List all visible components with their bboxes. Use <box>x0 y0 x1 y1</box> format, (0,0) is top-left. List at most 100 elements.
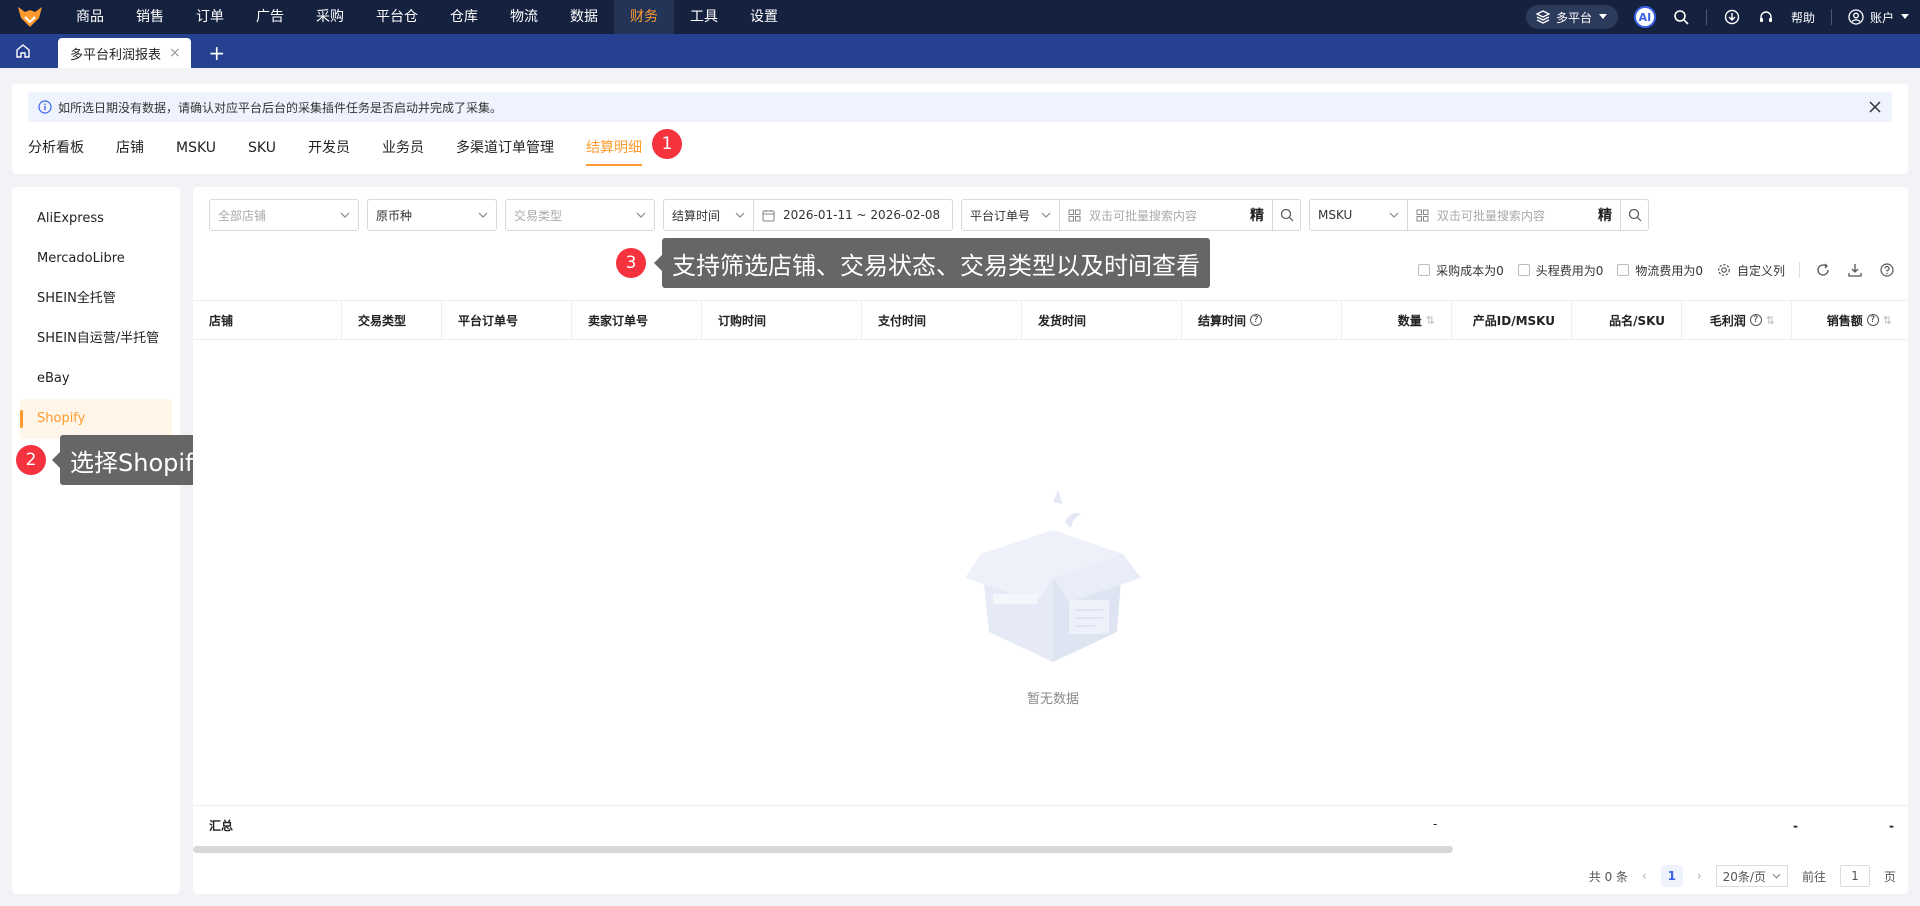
home-tab[interactable] <box>0 34 46 68</box>
tab-profit-report[interactable]: 多平台利润报表 × <box>58 38 191 68</box>
close-icon[interactable]: × <box>169 45 181 61</box>
subtab-store[interactable]: 店铺 <box>116 128 160 168</box>
checkbox-box <box>1418 264 1431 276</box>
col-trade-type[interactable]: 交易类型 <box>342 300 442 340</box>
sidebar-item-mercadolibre[interactable]: MercadoLibre <box>20 239 172 279</box>
custom-columns-label: 自定义列 <box>1736 263 1785 278</box>
search-icon[interactable] <box>1272 200 1300 230</box>
currency-select[interactable]: 原币种 <box>367 199 497 231</box>
sort-icon[interactable]: ⇅ <box>1426 314 1435 327</box>
nav-goods[interactable]: 商品 <box>60 0 120 34</box>
account-menu[interactable]: 账户 <box>1848 9 1910 26</box>
nav-ads[interactable]: 广告 <box>240 0 300 34</box>
refresh-icon[interactable] <box>1814 261 1832 279</box>
col-order-time[interactable]: 订购时间 <box>702 300 862 340</box>
app-logo[interactable] <box>0 0 60 34</box>
col-seller-order[interactable]: 卖家订单号 <box>572 300 702 340</box>
notice-text: 如所选日期没有数据，请确认对应平台后台的采集插件任务是否启动并完成了采集。 <box>58 100 503 115</box>
precise-toggle[interactable]: 精 <box>1590 205 1620 225</box>
question-icon[interactable]: ? <box>1250 314 1263 326</box>
col-sales[interactable]: 销售额 ? ⇅ <box>1792 300 1908 340</box>
subtab-settlement-detail[interactable]: 结算明细 <box>585 128 658 168</box>
nav-tools[interactable]: 工具 <box>674 0 734 34</box>
subtab-salesperson[interactable]: 业务员 <box>382 128 440 168</box>
col-label: 结算时间 <box>1198 313 1247 328</box>
home-icon <box>16 44 30 58</box>
time-type-select[interactable]: 结算时间 <box>664 200 754 230</box>
nav-orders[interactable]: 订单 <box>180 0 240 34</box>
help-icon[interactable] <box>1878 261 1896 279</box>
search-icon[interactable] <box>1672 8 1690 26</box>
nav-data[interactable]: 数据 <box>554 0 614 34</box>
checkbox-logistics-zero[interactable]: 物流费用为0 <box>1617 262 1703 279</box>
download-circle-icon[interactable] <box>1723 8 1741 26</box>
order-type-select[interactable]: 平台订单号 <box>962 200 1060 230</box>
subtab-dashboard[interactable]: 分析看板 <box>28 128 100 168</box>
checkbox-box <box>1517 264 1530 276</box>
nav-platform-warehouse[interactable]: 平台仓 <box>360 0 434 34</box>
sidebar-item-shein-self[interactable]: SHEIN自运营/半托管 <box>20 319 172 359</box>
page-size-select[interactable]: 20条/页 <box>1715 865 1788 887</box>
col-label: 毛利润 <box>1709 313 1746 328</box>
col-name-sku[interactable]: 品名/SKU <box>1572 300 1682 340</box>
goto-page-input[interactable]: 1 <box>1839 865 1870 887</box>
checkbox-first-leg-zero[interactable]: 头程费用为0 <box>1517 262 1603 279</box>
nav-logistics[interactable]: 物流 <box>494 0 554 34</box>
order-search: 平台订单号 双击可批量搜索内容 精 <box>961 199 1301 231</box>
col-product-msku[interactable]: 产品ID/MSKU <box>1452 300 1572 340</box>
question-icon[interactable]: ? <box>1866 314 1879 326</box>
col-platform-order[interactable]: 平台订单号 <box>442 300 572 340</box>
platform-switcher[interactable]: 多平台 <box>1525 5 1618 29</box>
horizontal-scrollbar[interactable] <box>193 846 1453 853</box>
nav-warehouse[interactable]: 仓库 <box>434 0 494 34</box>
subtab-multichannel-orders[interactable]: 多渠道订单管理 <box>456 128 570 168</box>
order-search-input[interactable]: 双击可批量搜索内容 <box>1060 200 1242 230</box>
order-search-placeholder: 双击可批量搜索内容 <box>1089 208 1198 223</box>
chevron-down-icon <box>340 212 350 218</box>
sort-icon[interactable]: ⇅ <box>1883 314 1892 327</box>
custom-columns-button[interactable]: 自定义列 <box>1717 262 1785 279</box>
col-ship-time[interactable]: 发货时间 <box>1022 300 1182 340</box>
subtab-msku[interactable]: MSKU <box>176 128 232 168</box>
subtab-sku[interactable]: SKU <box>248 128 292 168</box>
nav-sales[interactable]: 销售 <box>120 0 180 34</box>
subtab-developer[interactable]: 开发员 <box>308 128 366 168</box>
msku-search-input[interactable]: 双击可批量搜索内容 <box>1408 200 1590 230</box>
sort-icon[interactable]: ⇅ <box>1766 314 1775 327</box>
notice-bar: 如所选日期没有数据，请确认对应平台后台的采集插件任务是否启动并完成了采集。 <box>28 92 1892 122</box>
store-select[interactable]: 全部店铺 <box>209 199 359 231</box>
caret-down-icon <box>1901 14 1909 19</box>
report-subtabs: 分析看板 店铺 MSKU SKU 开发员 业务员 多渠道订单管理 结算明细 <box>28 128 674 168</box>
col-quantity[interactable]: 数量 ⇅ <box>1342 300 1452 340</box>
export-icon[interactable] <box>1846 261 1864 279</box>
checkbox-label: 采购成本为0 <box>1436 263 1504 278</box>
sidebar-item-aliexpress[interactable]: AliExpress <box>20 199 172 239</box>
top-nav: 商品 销售 订单 广告 采购 平台仓 仓库 物流 数据 财务 工具 设置 多平台… <box>0 0 1920 34</box>
msku-type-select[interactable]: MSKU <box>1310 200 1408 230</box>
next-page-icon[interactable]: › <box>1697 869 1702 883</box>
help-link[interactable]: 帮助 <box>1791 9 1815 26</box>
nav-finance[interactable]: 财务 <box>614 0 674 34</box>
date-range-picker[interactable]: 2026-01-11 ~ 2026-02-08 <box>754 200 948 230</box>
col-pay-time[interactable]: 支付时间 <box>862 300 1022 340</box>
page-number[interactable]: 1 <box>1660 865 1683 887</box>
close-icon[interactable] <box>1866 98 1884 116</box>
col-settle-time[interactable]: 结算时间 ? <box>1182 300 1342 340</box>
precise-toggle[interactable]: 精 <box>1242 205 1272 225</box>
question-icon[interactable]: ? <box>1749 314 1762 326</box>
trade-type-select[interactable]: 交易类型 <box>505 199 655 231</box>
nav-settings[interactable]: 设置 <box>734 0 794 34</box>
prev-page-icon[interactable]: ‹ <box>1642 869 1647 883</box>
sidebar-item-shein-full[interactable]: SHEIN全托管 <box>20 279 172 319</box>
step-badge-1: 1 <box>652 129 682 159</box>
sidebar-item-shopify[interactable]: Shopify <box>20 399 172 439</box>
ai-button[interactable]: AI <box>1633 6 1656 28</box>
col-store[interactable]: 店铺 <box>193 300 342 340</box>
sidebar-item-ebay[interactable]: eBay <box>20 359 172 399</box>
checkbox-purchase-cost-zero[interactable]: 采购成本为0 <box>1418 262 1504 279</box>
col-gross-profit[interactable]: 毛利润 ? ⇅ <box>1682 300 1792 340</box>
headset-icon[interactable] <box>1757 8 1775 26</box>
search-icon[interactable] <box>1620 200 1648 230</box>
add-tab-button[interactable]: + <box>197 38 237 68</box>
nav-purchase[interactable]: 采购 <box>300 0 360 34</box>
